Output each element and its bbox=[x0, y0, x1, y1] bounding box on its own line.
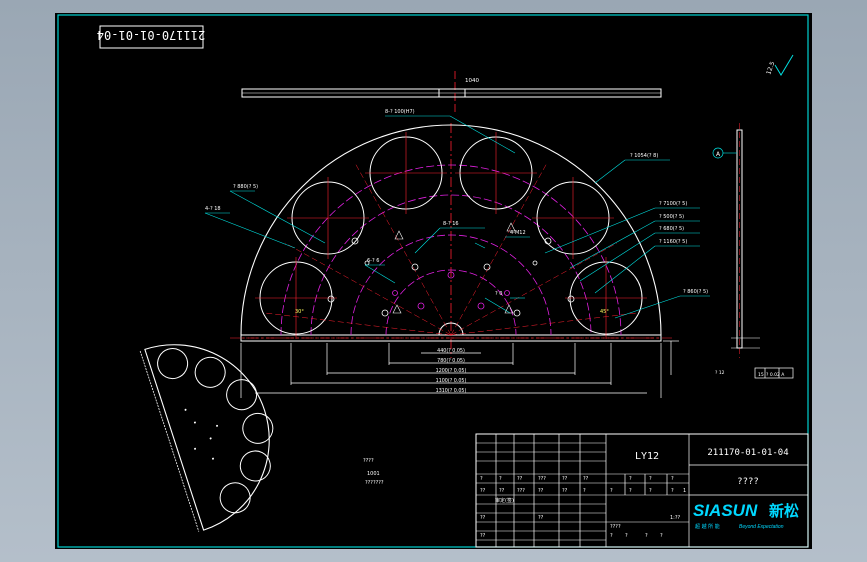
lower-0: ? bbox=[610, 533, 613, 539]
side-view: A ? 12 15 ? 0.02 A bbox=[712, 123, 794, 379]
cell-row-3: ?? bbox=[538, 488, 544, 494]
side-dim-2: 15 bbox=[758, 372, 764, 378]
cell-left-7: ?? bbox=[538, 515, 544, 521]
cell-left-3: ??? bbox=[538, 476, 546, 482]
scale-1: ? bbox=[649, 476, 652, 482]
brand-cn: 新松 bbox=[769, 502, 799, 520]
note-1: ???? bbox=[363, 458, 374, 464]
title-block: ? ? ?? ??? ?? ?? ?? ?? ??? ?? ?? ? ? 审定(… bbox=[475, 433, 809, 548]
cell-left-2: ?? bbox=[517, 476, 523, 482]
cad-viewport[interactable]: 211170-01-01-04 12.5 1040 8-? 100(H7) ? … bbox=[55, 13, 812, 549]
label-dia-p1: ? 7100(? 5) bbox=[659, 201, 687, 207]
dim-bottom-1: 440(? 0.05) bbox=[437, 348, 465, 354]
dim-bottom-2: 780(? 0.05) bbox=[437, 358, 465, 364]
cell-row-4: ?? bbox=[562, 488, 568, 494]
scale-5: ? bbox=[671, 488, 674, 494]
cell-row-0: ?? bbox=[480, 488, 486, 494]
cell-row-6: ? bbox=[610, 488, 613, 494]
approval-label: 审定(签) bbox=[495, 497, 514, 504]
scale-4: ? bbox=[649, 488, 652, 494]
rotated-drawing-code: 211170-01-01-04 bbox=[97, 28, 205, 42]
drawing-canvas: 211170-01-01-04 12.5 1040 8-? 100(H7) ? … bbox=[57, 14, 809, 548]
datum-label: A bbox=[716, 151, 721, 158]
material-label: LY12 bbox=[635, 451, 659, 462]
label-hole-pattern: 8-? 100(H7) bbox=[385, 109, 415, 115]
label-dia-p2: ? 500(? 5) bbox=[659, 214, 684, 220]
label-angle-a: 30° bbox=[295, 309, 304, 315]
label-hole-4: 4-? 18 bbox=[205, 206, 221, 212]
label-dia-p3: ? 680(? 5) bbox=[659, 226, 684, 232]
roughness-value: 12.5 bbox=[765, 61, 776, 76]
sheet-border bbox=[57, 14, 809, 548]
label-thread-6: 6-? 6 bbox=[367, 258, 379, 264]
lower-4: 1:?? bbox=[670, 515, 681, 521]
note-3: ??????? bbox=[365, 480, 384, 486]
siasun-logo: SIASUN 新松 超 越 所 能 Beyond Expectation bbox=[693, 501, 799, 530]
scale-0: ? bbox=[629, 476, 632, 482]
brand-latin: SIASUN bbox=[693, 501, 758, 520]
part-name: ???? bbox=[737, 477, 759, 487]
lower-2: ? bbox=[645, 533, 648, 539]
label-outer-dia: ? 1054(? 8) bbox=[630, 153, 658, 159]
cell-row-1: ?? bbox=[499, 488, 505, 494]
cell-row-2: ??? bbox=[517, 488, 525, 494]
lower-3: ? bbox=[660, 533, 663, 539]
drawing-number: 211170-01-01-04 bbox=[707, 448, 788, 458]
cell-left-9: ?? bbox=[480, 533, 486, 539]
leader-lines bbox=[204, 115, 710, 319]
cell-left-6: ?? bbox=[480, 515, 486, 521]
top-view: 1040 bbox=[241, 71, 662, 113]
scale-3: ? bbox=[629, 488, 632, 494]
dim-bottom-4: 1100(? 0.05) bbox=[436, 378, 467, 384]
label-dim-left: ? 0 bbox=[495, 291, 502, 297]
label-dia-p5: ? 860(? 5) bbox=[683, 289, 708, 295]
rotated-view bbox=[139, 344, 274, 532]
cell-left-0: ? bbox=[480, 476, 483, 482]
scale-2: ? bbox=[671, 476, 674, 482]
tagline-cn: 超 越 所 能 bbox=[695, 523, 720, 530]
side-dim-1: ? 12 bbox=[715, 370, 725, 376]
label-hole-8: 8-? 16 bbox=[443, 221, 459, 227]
tagline-en: Beyond Expectation bbox=[739, 524, 784, 530]
side-dim-3: ? 0.02 A bbox=[766, 372, 785, 378]
main-view: 8-? 100(H7) ? 1054(? 8) ? 7100(? 5) ? 50… bbox=[204, 109, 710, 398]
label-dia-p4: ? 1160(? 5) bbox=[659, 239, 687, 245]
label-dia-p6: ? 880(? 5) bbox=[233, 184, 258, 190]
note-2: 1001 bbox=[367, 471, 380, 477]
dim-bottom-3: 1200(? 0.05) bbox=[436, 368, 467, 374]
label-angle-b: 45° bbox=[600, 309, 609, 315]
roughness-symbol: 12.5 bbox=[765, 54, 794, 76]
top-dim-label: 1040 bbox=[465, 78, 479, 84]
scale-6: 1 bbox=[683, 488, 686, 494]
lower-1: ? bbox=[625, 533, 628, 539]
cell-left-8: ???? bbox=[610, 524, 621, 530]
cell-left-5: ?? bbox=[583, 476, 589, 482]
cell-left-1: ? bbox=[499, 476, 502, 482]
cell-left-4: ?? bbox=[562, 476, 568, 482]
dim-bottom-5: 1310(? 0.05) bbox=[436, 388, 467, 394]
cell-row-5: ? bbox=[583, 488, 586, 494]
